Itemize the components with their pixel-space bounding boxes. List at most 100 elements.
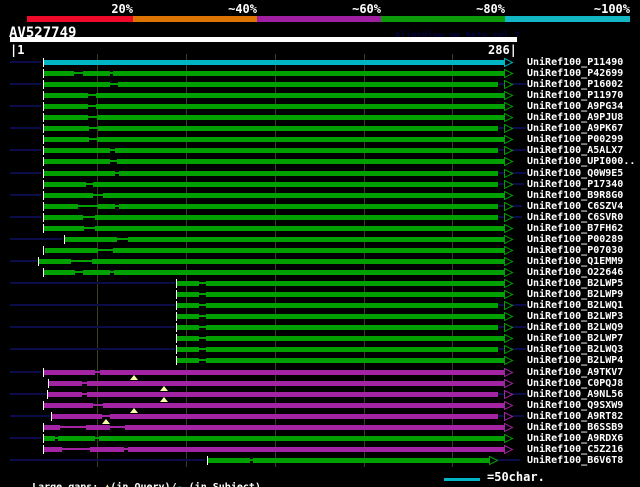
hit-arrow-icon[interactable] bbox=[489, 456, 499, 465]
hit-arrow-icon[interactable] bbox=[504, 312, 514, 321]
hit-label[interactable]: UniRef100_B9R8G0 bbox=[527, 190, 623, 201]
hit-label[interactable]: UniRef100_B2LWP7 bbox=[527, 333, 623, 344]
hit-arrow-icon[interactable] bbox=[504, 423, 514, 432]
alignment-bar-segment[interactable] bbox=[93, 182, 498, 187]
alignment-bar-segment[interactable] bbox=[177, 336, 199, 341]
alignment-thin-segment[interactable] bbox=[110, 426, 125, 428]
alignment-thin-segment[interactable] bbox=[110, 160, 117, 162]
alignment-bar-segment[interactable] bbox=[97, 137, 504, 142]
alignment-bar-segment[interactable] bbox=[206, 292, 504, 297]
hit-label[interactable]: UniRef100_A9RDX6 bbox=[527, 433, 623, 444]
alignment-bar-segment[interactable] bbox=[44, 148, 110, 153]
alignment-bar-segment[interactable] bbox=[100, 370, 504, 375]
alignment-thin-segment[interactable] bbox=[71, 260, 92, 262]
alignment-thin-segment[interactable] bbox=[93, 404, 103, 406]
alignment-bar-segment[interactable] bbox=[44, 447, 62, 452]
alignment-bar-segment[interactable] bbox=[206, 336, 504, 341]
hit-label[interactable]: UniRef100_A9NL56 bbox=[527, 389, 623, 400]
alignment-bar-segment[interactable] bbox=[113, 248, 504, 253]
alignment-thin-segment[interactable] bbox=[199, 326, 206, 328]
hit-label[interactable]: UniRef100_C6SZV4 bbox=[527, 201, 623, 212]
hit-arrow-icon[interactable] bbox=[504, 180, 514, 189]
hit-arrow-icon[interactable] bbox=[504, 445, 514, 454]
alignment-bar-segment[interactable] bbox=[103, 403, 504, 408]
hit-arrow-icon[interactable] bbox=[504, 191, 514, 200]
hit-arrow-icon[interactable] bbox=[504, 146, 514, 155]
alignment-bar-segment[interactable] bbox=[128, 237, 504, 242]
alignment-bar-segment[interactable] bbox=[98, 126, 498, 131]
alignment-bar-segment[interactable] bbox=[44, 270, 75, 275]
alignment-bar-segment[interactable] bbox=[206, 303, 498, 308]
alignment-bar-segment[interactable] bbox=[44, 104, 88, 109]
alignment-bar-segment[interactable] bbox=[44, 436, 55, 441]
alignment-bar-segment[interactable] bbox=[44, 215, 83, 220]
hit-arrow-icon[interactable] bbox=[504, 290, 514, 299]
alignment-bar-segment[interactable] bbox=[177, 325, 199, 330]
alignment-bar-segment[interactable] bbox=[44, 226, 84, 231]
hit-label[interactable]: UniRef100_C5Z216 bbox=[527, 444, 623, 455]
hit-label[interactable]: UniRef100_UPI000.. bbox=[527, 156, 635, 167]
hit-label[interactable]: UniRef100_B6V6T8 bbox=[527, 455, 623, 466]
alignment-thin-segment[interactable] bbox=[88, 116, 97, 118]
hit-arrow-icon[interactable] bbox=[504, 368, 514, 377]
alignment-thin-segment[interactable] bbox=[89, 138, 97, 140]
alignment-bar-segment[interactable] bbox=[119, 171, 498, 176]
hit-arrow-icon[interactable] bbox=[504, 213, 514, 222]
hit-arrow-icon[interactable] bbox=[504, 91, 514, 100]
alignment-bar-segment[interactable] bbox=[44, 171, 115, 176]
alignment-bar-segment[interactable] bbox=[206, 314, 504, 319]
hit-label[interactable]: UniRef100_Q1EMM9 bbox=[527, 256, 623, 267]
alignment-bar-segment[interactable] bbox=[44, 193, 93, 198]
alignment-bar-segment[interactable] bbox=[208, 458, 250, 463]
hit-arrow-icon[interactable] bbox=[504, 202, 514, 211]
alignment-bar-segment[interactable] bbox=[97, 115, 504, 120]
alignment-thin-segment[interactable] bbox=[62, 448, 90, 450]
alignment-thin-segment[interactable] bbox=[89, 127, 98, 129]
hit-arrow-icon[interactable] bbox=[504, 157, 514, 166]
alignment-bar-segment[interactable] bbox=[117, 159, 504, 164]
hit-arrow-icon[interactable] bbox=[504, 323, 514, 332]
hit-label[interactable]: UniRef100_B2LWP9 bbox=[527, 289, 623, 300]
alignment-bar-segment[interactable] bbox=[206, 325, 498, 330]
hit-arrow-icon[interactable] bbox=[504, 356, 514, 365]
alignment-bar-segment[interactable] bbox=[119, 204, 498, 209]
hit-arrow-icon[interactable] bbox=[504, 246, 514, 255]
hit-arrow-icon[interactable] bbox=[504, 412, 514, 421]
alignment-bar-segment[interactable] bbox=[115, 148, 498, 153]
hit-arrow-icon[interactable] bbox=[504, 379, 514, 388]
alignment-thin-segment[interactable] bbox=[98, 249, 113, 251]
hit-arrow-icon[interactable] bbox=[504, 345, 514, 354]
alignment-bar-segment[interactable] bbox=[44, 403, 93, 408]
hit-arrow-icon[interactable] bbox=[504, 401, 514, 410]
hit-arrow-icon[interactable] bbox=[504, 301, 514, 310]
alignment-thin-segment[interactable] bbox=[117, 238, 128, 240]
hit-label[interactable]: UniRef100_O22646 bbox=[527, 267, 623, 278]
hit-label[interactable]: UniRef100_B6SSB9 bbox=[527, 422, 623, 433]
alignment-bar-segment[interactable] bbox=[87, 392, 498, 397]
alignment-bar-segment[interactable] bbox=[110, 414, 498, 419]
alignment-bar-segment[interactable] bbox=[253, 458, 489, 463]
alignment-bar-segment[interactable] bbox=[49, 381, 82, 386]
alignment-thin-segment[interactable] bbox=[75, 271, 83, 273]
hit-arrow-icon[interactable] bbox=[504, 169, 514, 178]
alignment-bar-segment[interactable] bbox=[65, 237, 117, 242]
hit-label[interactable]: UniRef100_B7FH62 bbox=[527, 223, 623, 234]
alignment-bar-segment[interactable] bbox=[177, 303, 199, 308]
hit-arrow-icon[interactable] bbox=[504, 135, 514, 144]
alignment-bar-segment[interactable] bbox=[96, 104, 504, 109]
alignment-thin-segment[interactable] bbox=[110, 83, 118, 85]
hit-arrow-icon[interactable] bbox=[504, 58, 514, 67]
hit-label[interactable]: UniRef100_B2LWP5 bbox=[527, 278, 623, 289]
alignment-bar-segment[interactable] bbox=[87, 381, 504, 386]
alignment-bar-segment[interactable] bbox=[177, 281, 199, 286]
hit-label[interactable]: UniRef100_P00299 bbox=[527, 134, 623, 145]
hit-label[interactable]: UniRef100_P17340 bbox=[527, 179, 623, 190]
hit-arrow-icon[interactable] bbox=[504, 434, 514, 443]
alignment-bar-segment[interactable] bbox=[58, 436, 95, 441]
alignment-bar-segment[interactable] bbox=[44, 126, 89, 131]
alignment-bar-segment[interactable] bbox=[177, 314, 199, 319]
alignment-thin-segment[interactable] bbox=[74, 72, 83, 74]
alignment-bar-segment[interactable] bbox=[95, 215, 498, 220]
alignment-thin-segment[interactable] bbox=[83, 216, 95, 218]
hit-arrow-icon[interactable] bbox=[504, 80, 514, 89]
